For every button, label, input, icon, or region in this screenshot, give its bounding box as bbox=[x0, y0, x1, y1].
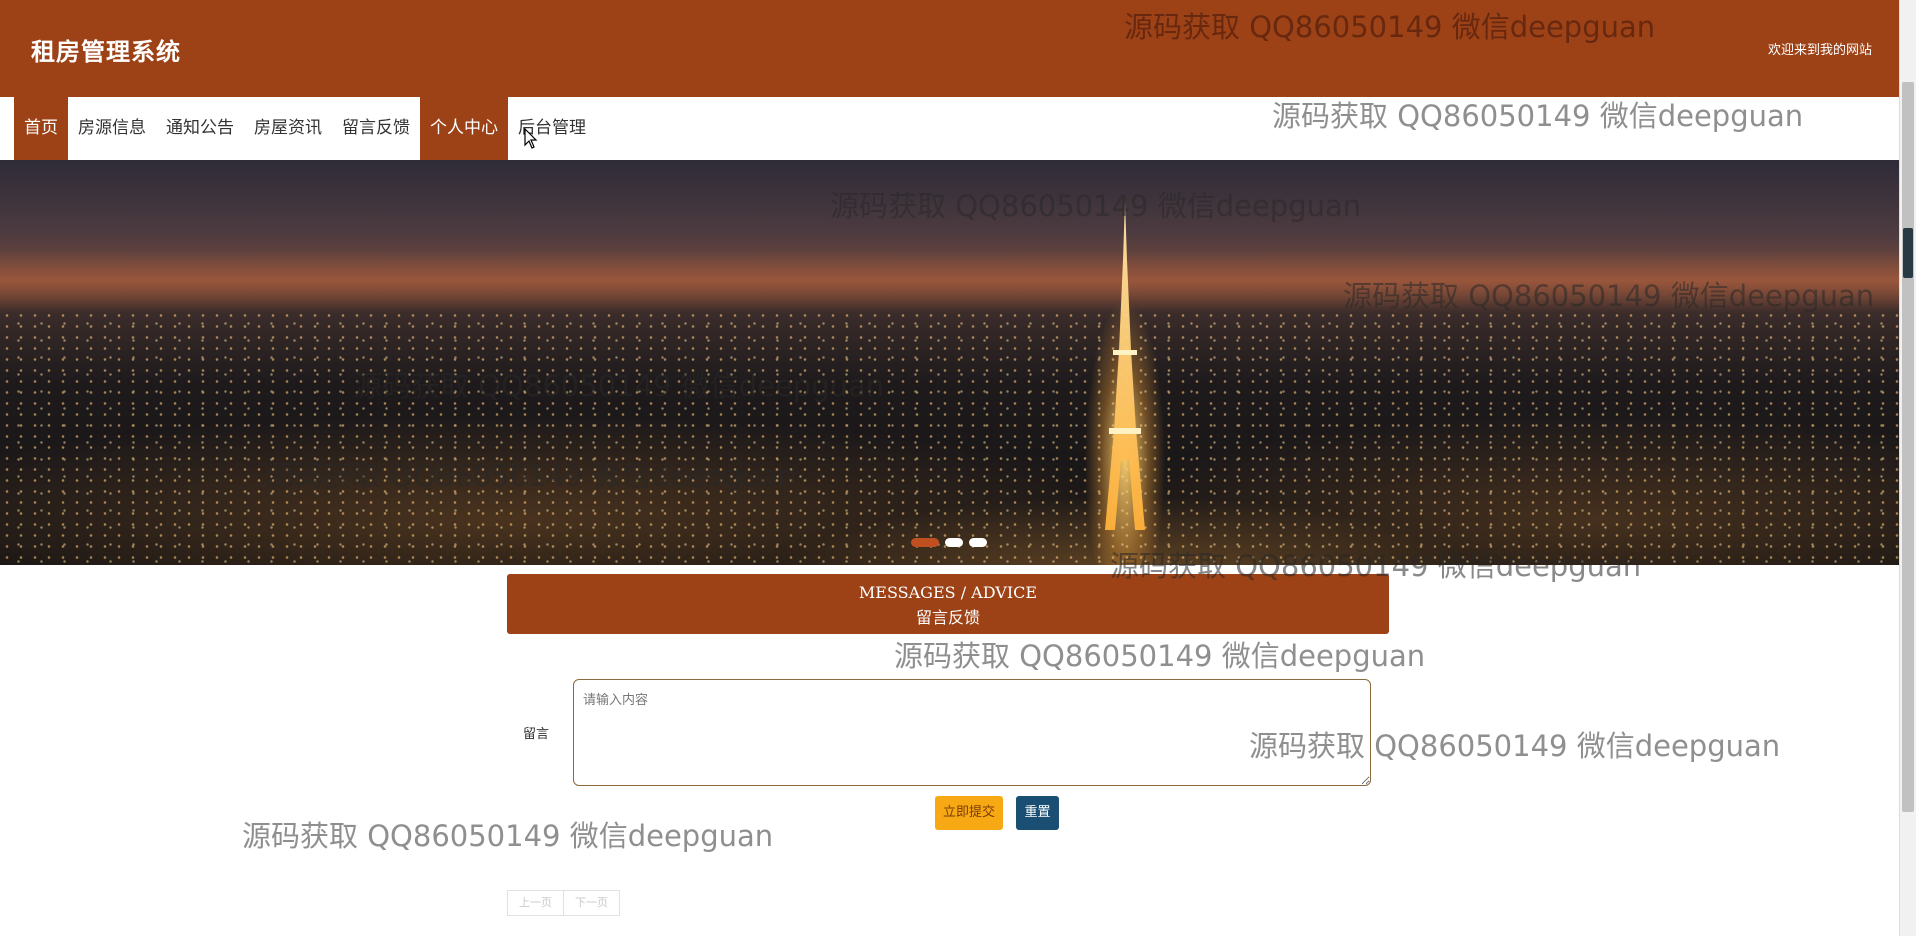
nav-item-home[interactable]: 首页 bbox=[14, 97, 68, 160]
section-title-en: MESSAGES / ADVICE bbox=[858, 583, 1038, 602]
watermark-text: 源码获取 QQ86050149 微信deepguan bbox=[242, 819, 774, 853]
carousel-indicators bbox=[911, 538, 987, 547]
nav-list: 首页 房源信息 通知公告 房屋资讯 留言反馈 个人中心 后台管理 bbox=[14, 97, 596, 160]
page: 租房管理系统 欢迎来到我的网站 首页 房源信息 通知公告 房屋资讯 留言反馈 个… bbox=[0, 0, 1916, 936]
main-nav: 首页 房源信息 通知公告 房屋资讯 留言反馈 个人中心 后台管理 bbox=[0, 97, 1899, 160]
carousel-dot-3[interactable] bbox=[969, 538, 987, 547]
nav-item-notices[interactable]: 通知公告 bbox=[156, 97, 244, 160]
reset-button[interactable]: 重置 bbox=[1016, 796, 1059, 830]
carousel-dot-2[interactable] bbox=[945, 538, 963, 547]
scrollbar-marker bbox=[1903, 228, 1913, 278]
nav-item-profile[interactable]: 个人中心 bbox=[420, 97, 508, 160]
message-textarea[interactable] bbox=[573, 679, 1371, 786]
section-title-cn: 留言反馈 bbox=[915, 608, 980, 627]
page-content: 租房管理系统 欢迎来到我的网站 首页 房源信息 通知公告 房屋资讯 留言反馈 个… bbox=[0, 0, 1899, 936]
mouse-cursor-icon bbox=[524, 128, 538, 149]
vertical-scrollbar[interactable] bbox=[1899, 0, 1916, 936]
banner-sky-glow bbox=[0, 250, 1899, 310]
nav-item-feedback[interactable]: 留言反馈 bbox=[332, 97, 420, 160]
eiffel-tower-image bbox=[1105, 200, 1145, 530]
welcome-text: 欢迎来到我的网站 bbox=[1767, 43, 1872, 58]
nav-item-admin[interactable]: 后台管理 bbox=[508, 97, 596, 160]
watermark-text: 源码获取 QQ86050149 微信deepguan bbox=[894, 639, 1426, 673]
pagination: 上一页 下一页 bbox=[507, 890, 620, 916]
site-title[interactable]: 租房管理系统 bbox=[31, 32, 181, 67]
nav-item-listings[interactable]: 房源信息 bbox=[68, 97, 156, 160]
site-header: 租房管理系统 欢迎来到我的网站 bbox=[0, 0, 1899, 97]
section-header: MESSAGES / ADVICE 留言反馈 bbox=[507, 574, 1389, 634]
submit-button[interactable]: 立即提交 bbox=[935, 796, 1003, 830]
scrollbar-thumb[interactable] bbox=[1902, 82, 1914, 812]
next-page-button[interactable]: 下一页 bbox=[564, 890, 620, 916]
banner-carousel[interactable] bbox=[0, 160, 1899, 565]
message-label: 留言 bbox=[523, 727, 550, 742]
prev-page-button[interactable]: 上一页 bbox=[507, 890, 564, 916]
banner-city-lights bbox=[0, 310, 1899, 565]
nav-item-news[interactable]: 房屋资讯 bbox=[244, 97, 332, 160]
carousel-dot-1[interactable] bbox=[911, 538, 939, 547]
